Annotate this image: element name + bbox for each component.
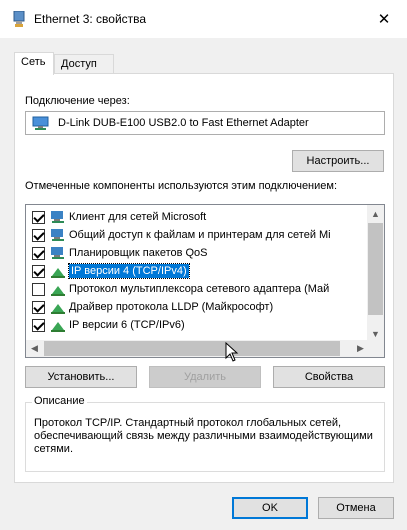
- list-item[interactable]: Планировщик пакетов QoS: [26, 244, 361, 262]
- properties-button[interactable]: Свойства: [273, 366, 385, 388]
- tab-network[interactable]: Сеть: [14, 52, 54, 75]
- tab-panel-network: Подключение через: D-Link DUB-E100 USB2.…: [14, 73, 394, 483]
- component-checkbox[interactable]: [32, 282, 45, 296]
- horizontal-scrollbar[interactable]: ◀ ▶: [26, 340, 369, 357]
- component-label: IP версии 4 (TCP/IPv4): [68, 263, 190, 279]
- component-checkbox[interactable]: [32, 300, 45, 314]
- vertical-scroll-thumb[interactable]: [368, 223, 383, 315]
- protocol-icon: [51, 322, 65, 332]
- install-button[interactable]: Установить...: [25, 366, 137, 388]
- component-label: Общий доступ к файлам и принтерам для се…: [69, 229, 331, 241]
- window-title: Ethernet 3: свойства: [34, 12, 147, 26]
- close-icon: ✕: [377, 11, 391, 28]
- network-adapter-icon: [32, 116, 49, 130]
- tab-label: Сеть: [21, 56, 46, 68]
- scroll-left-icon[interactable]: ◀: [26, 340, 43, 357]
- scroll-up-icon[interactable]: ▲: [367, 205, 384, 222]
- network-service-icon: [51, 247, 64, 259]
- protocol-icon: [51, 286, 65, 296]
- adapter-name: D-Link DUB-E100 USB2.0 to Fast Ethernet …: [58, 117, 309, 129]
- vertical-scrollbar[interactable]: ▲ ▼: [367, 205, 384, 342]
- network-client-icon: [51, 211, 64, 223]
- adapter-name-box: D-Link DUB-E100 USB2.0 to Fast Ethernet …: [25, 111, 385, 135]
- description-text: Протокол TCP/IP. Стандартный протокол гл…: [34, 417, 373, 455]
- ok-button[interactable]: OK: [232, 497, 308, 519]
- description-group: Описание Протокол TCP/IP. Стандартный пр…: [25, 395, 385, 472]
- tab-sharing[interactable]: Доступ: [54, 54, 114, 74]
- network-adapter-icon: [13, 11, 25, 27]
- network-service-icon: [51, 229, 64, 241]
- properties-button-label: Свойства: [304, 371, 354, 383]
- cancel-button[interactable]: Отмена: [318, 497, 394, 519]
- connect-using-label: Подключение через:: [25, 95, 130, 107]
- scrollbar-corner: [367, 340, 384, 357]
- component-checkbox[interactable]: [32, 210, 45, 224]
- component-label: Клиент для сетей Microsoft: [69, 211, 207, 223]
- component-label: IP версии 6 (TCP/IPv6): [69, 319, 185, 331]
- list-item[interactable]: Протокол мультиплексора сетевого адаптер…: [26, 280, 361, 298]
- component-label: Драйвер протокола LLDP (Майкрософт): [69, 301, 274, 313]
- components-list[interactable]: Клиент для сетей Microsoft Общий доступ …: [25, 204, 385, 358]
- component-checkbox[interactable]: [32, 246, 45, 260]
- protocol-icon: [51, 304, 65, 314]
- component-label: Планировщик пакетов QoS: [69, 247, 208, 259]
- description-legend: Описание: [32, 395, 87, 407]
- ok-button-label: OK: [262, 502, 278, 514]
- install-button-label: Установить...: [47, 371, 115, 383]
- list-item[interactable]: Клиент для сетей Microsoft: [26, 208, 361, 226]
- title-bar: Ethernet 3: свойства ✕: [0, 0, 407, 38]
- list-item[interactable]: Общий доступ к файлам и принтерам для се…: [26, 226, 361, 244]
- component-checkbox[interactable]: [32, 228, 45, 242]
- close-button[interactable]: ✕: [361, 0, 407, 38]
- mouse-cursor-icon: [225, 342, 239, 362]
- list-item[interactable]: IP версии 4 (TCP/IPv4): [26, 262, 361, 280]
- configure-button[interactable]: Настроить...: [292, 150, 384, 172]
- remove-button-label: Удалить: [184, 371, 226, 383]
- configure-button-label: Настроить...: [306, 155, 370, 167]
- component-checkbox[interactable]: [32, 318, 45, 332]
- list-item[interactable]: IP версии 6 (TCP/IPv6): [26, 316, 361, 334]
- tab-label: Доступ: [61, 58, 97, 70]
- component-checkbox[interactable]: [32, 264, 45, 278]
- remove-button[interactable]: Удалить: [149, 366, 261, 388]
- protocol-icon: [51, 268, 65, 278]
- component-label: Протокол мультиплексора сетевого адаптер…: [69, 283, 330, 295]
- cancel-button-label: Отмена: [336, 502, 376, 514]
- components-label: Отмеченные компоненты используются этим …: [25, 180, 338, 192]
- list-item[interactable]: Драйвер протокола LLDP (Майкрософт): [26, 298, 361, 316]
- horizontal-scroll-thumb[interactable]: [44, 341, 340, 356]
